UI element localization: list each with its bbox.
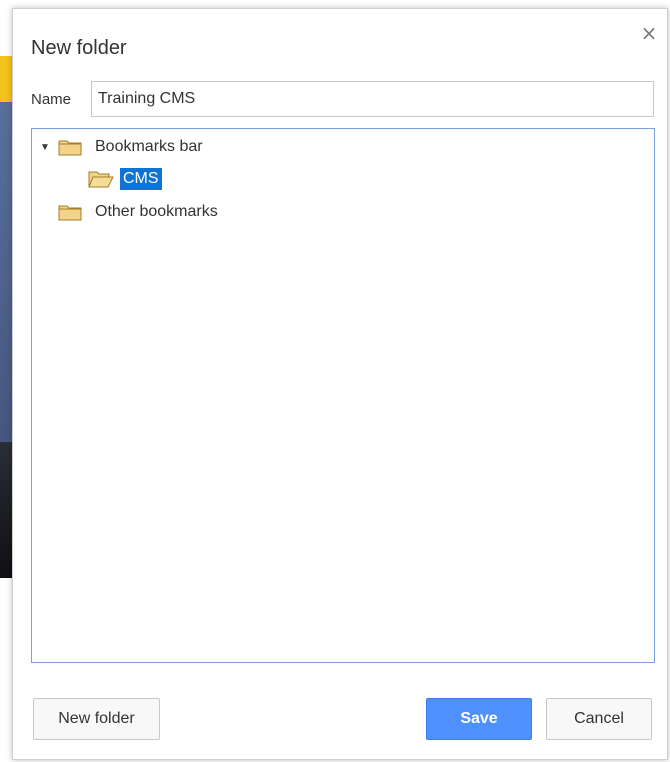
folder-tree: ▼ Bookmarks bar CMS Other bookmarks — [31, 128, 655, 663]
background-app-edge — [0, 0, 12, 762]
screen: New folder × Name ▼ Bookmarks bar CMS — [0, 0, 670, 762]
close-icon[interactable]: × — [639, 23, 659, 43]
folder-closed-icon — [58, 140, 82, 156]
tree-item-cms[interactable]: CMS — [88, 166, 162, 192]
new-folder-button[interactable]: New folder — [33, 698, 160, 740]
folder-closed-icon — [58, 205, 82, 221]
new-folder-dialog: New folder × Name ▼ Bookmarks bar CMS — [12, 8, 668, 760]
tree-item-other-bookmarks[interactable]: Other bookmarks — [58, 199, 221, 225]
dialog-title: New folder — [31, 37, 127, 59]
tree-item-label: Bookmarks bar — [95, 138, 203, 155]
name-label: Name — [31, 91, 72, 108]
expand-triangle-icon[interactable]: ▼ — [38, 140, 52, 154]
name-input[interactable] — [91, 81, 654, 117]
tree-item-label: CMS — [120, 168, 162, 190]
tree-item-label: Other bookmarks — [95, 203, 218, 220]
folder-open-icon — [88, 171, 114, 188]
tree-item-bookmarks-bar[interactable]: ▼ Bookmarks bar — [38, 134, 206, 160]
save-button[interactable]: Save — [426, 698, 532, 740]
cancel-button[interactable]: Cancel — [546, 698, 652, 740]
